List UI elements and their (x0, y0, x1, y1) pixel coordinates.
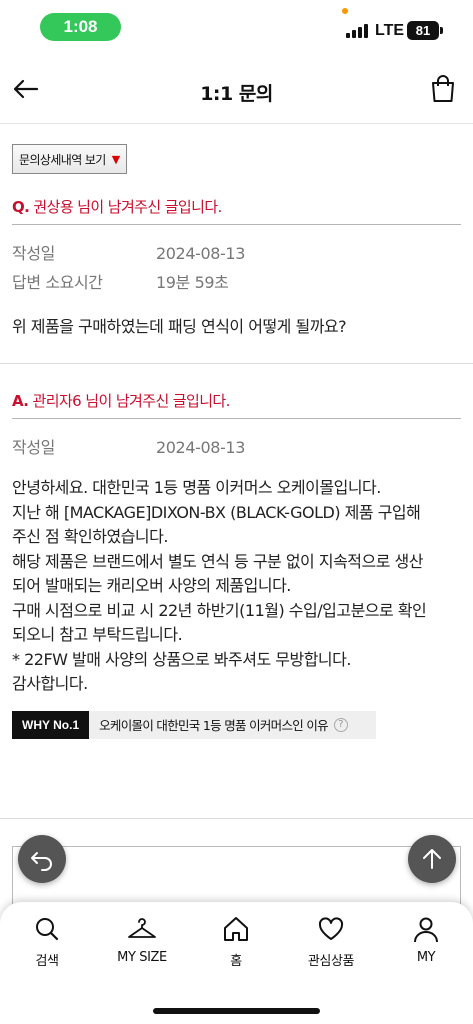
nav-item-home[interactable]: 홈 (196, 914, 276, 969)
answer-body: 안녕하세요. 대한민국 1등 명품 이커머스 오케이몰입니다. 지난 해 [MA… (12, 476, 461, 697)
question-author-text: 권상용 님이 남겨주신 글입니다. (29, 198, 222, 216)
app-header: 1:1 문의 (0, 60, 473, 124)
answer-prefix: A. (12, 392, 29, 410)
answer-line: 되어 발매되는 캐리오버 사양의 제품입니다. (12, 576, 291, 595)
meta-row-date: 작성일 2024-08-13 (12, 239, 461, 268)
help-icon[interactable]: ? (333, 717, 348, 732)
battery-nub (440, 27, 443, 34)
answer-line: * 22FW 발매 사양의 상품으로 봐주셔도 무방합니다. (12, 649, 351, 669)
question-prefix: Q. (12, 198, 30, 216)
nav-label: 관심상품 (307, 954, 355, 969)
section-divider (0, 363, 473, 364)
person-icon (414, 917, 438, 943)
page-title: 1:1 문의 (200, 83, 273, 105)
nav-label: MY SIZE (117, 950, 167, 965)
undo-arrow-icon (31, 852, 52, 871)
answer-line: 구매 시점으로 비교 시 22년 하반기(11월) 수입/입고분으로 확인 (12, 600, 427, 620)
network-label: LTE (375, 22, 405, 39)
scroll-top-floating-button[interactable] (408, 835, 456, 883)
home-icon (224, 917, 248, 941)
search-icon (36, 918, 59, 941)
meta-value: 19분 59초 (156, 273, 229, 292)
shopping-bag-icon (432, 75, 454, 102)
why-no1-banner[interactable]: WHY No.1 오케이몰이 대한민국 1등 명품 이커머스인 이유 ? (12, 710, 376, 739)
arrow-up-icon (423, 849, 441, 869)
question-meta: 작성일 2024-08-13 답변 소요시간 19분 59초 (12, 239, 461, 297)
answer-rule (12, 418, 461, 419)
answer-line: 주신 점 확인하였습니다. (12, 527, 168, 546)
why-no1-text: 오케이몰이 대한민국 1등 명품 이커머스인 이유 (99, 718, 329, 733)
status-bar: 1:08 LTE 81 (0, 0, 473, 60)
content-divider (0, 818, 473, 819)
battery-icon: 81 (407, 21, 439, 40)
answer-line: 해당 제품은 브랜드에서 별도 연식 등 구분 없이 지속적으로 생산 (12, 551, 424, 571)
inquiry-content: 문의상세내역 보기 ▼ Q. 권상용 님이 남겨주신 글입니다. 작성일 202… (0, 124, 473, 739)
meta-label: 답변 소요시간 (12, 273, 103, 292)
go-back-floating-button[interactable] (18, 835, 66, 883)
nav-item-wishlist[interactable]: 관심상품 (291, 914, 371, 969)
nav-label: 검색 (35, 954, 59, 969)
home-indicator (153, 1008, 320, 1014)
meta-row-date: 작성일 2024-08-13 (12, 433, 461, 462)
nav-item-my-size[interactable]: MY SIZE (102, 914, 182, 965)
answer-title: A. 관리자6 님이 남겨주신 글입니다. (12, 390, 461, 418)
answer-author-text: 관리자6 님이 남겨주신 글입니다. (28, 392, 231, 410)
question-title: Q. 권상용 님이 남겨주신 글입니다. (12, 196, 461, 224)
meta-row-response-time: 답변 소요시간 19분 59초 (12, 268, 461, 297)
meta-value: 2024-08-13 (156, 244, 245, 263)
nav-item-search[interactable]: 검색 (7, 914, 87, 969)
answer-section: A. 관리자6 님이 남겨주신 글입니다. 작성일 2024-08-13 안녕하… (0, 390, 473, 739)
heart-icon (318, 917, 344, 940)
answer-line: 안녕하세요. 대한민국 1등 명품 이커머스 오케이몰입니다. (12, 478, 381, 497)
answer-line: 지난 해 [MACKAGE]DIXON-BX (BLACK-GOLD) 제품 구… (12, 502, 421, 522)
meta-label: 작성일 (12, 244, 55, 263)
question-rule (12, 224, 461, 225)
dropdown-label: 문의상세내역 보기 (19, 152, 106, 167)
why-no1-badge: WHY No.1 (12, 710, 90, 739)
triangle-down-icon: ▼ (111, 152, 120, 166)
signal-icon (346, 24, 368, 38)
inquiry-detail-dropdown[interactable]: 문의상세내역 보기 ▼ (12, 144, 127, 174)
meta-label: 작성일 (12, 438, 55, 457)
question-section: 문의상세내역 보기 ▼ Q. 권상용 님이 남겨주신 글입니다. 작성일 202… (0, 124, 473, 363)
nav-item-my[interactable]: MY (386, 914, 466, 965)
answer-meta: 작성일 2024-08-13 (12, 433, 461, 462)
hanger-icon (128, 918, 156, 938)
question-body: 위 제품을 구매하였는데 패딩 연식이 어떻게 될까요? (12, 317, 347, 336)
cart-button[interactable] (428, 74, 458, 104)
privacy-indicator-dot (342, 8, 348, 14)
answer-line: 감사합니다. (12, 674, 88, 693)
meta-value: 2024-08-13 (156, 438, 245, 457)
nav-label: 홈 (230, 954, 242, 969)
answer-line: 되오니 참고 부탁드립니다. (12, 625, 183, 644)
nav-label: MY (416, 950, 436, 965)
status-time: 1:08 (40, 13, 121, 41)
bottom-navigation: 검색 MY SIZE 홈 관심상품 MY (0, 902, 473, 1024)
